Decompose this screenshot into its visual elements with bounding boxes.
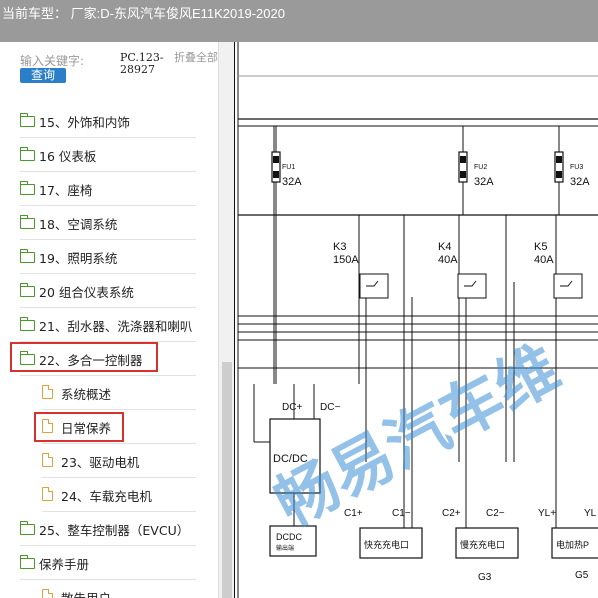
ground-label: G3 (478, 572, 492, 583)
diagram-viewer[interactable]: FU1 32A FU2 32A FU3 32A K3 150A K4 40A K5 40A DC/DC D… (234, 42, 598, 598)
folder-icon (19, 181, 35, 195)
keyword-input[interactable]: PC.123-28927 (120, 52, 168, 76)
file-icon (42, 385, 53, 399)
connector-pin: C1− (392, 508, 411, 519)
tree-item[interactable]: 散告用户 (0, 580, 218, 598)
relay-name: K5 (534, 241, 547, 253)
tree-item[interactable]: 25、整车控制器（EVCU） (0, 512, 218, 546)
fuse-name: FU1 (282, 164, 295, 171)
tree-item[interactable]: 保养手册 (0, 546, 218, 580)
highlight-box-category (10, 342, 158, 372)
file-icon (42, 487, 53, 501)
file-icon (42, 589, 53, 598)
fuse-rating: 32A (474, 176, 494, 188)
collapse-all-link[interactable]: 折叠全部 (174, 52, 218, 64)
wiring-diagram: FU132AFU232AFU332AK3150AK440AK540ADC/DCD… (234, 42, 598, 598)
folder-icon (19, 215, 35, 229)
relay-name: K4 (438, 241, 451, 253)
title-bar: 当前车型： 厂家:D-东风汽车俊风E11K2019-2020 (0, 0, 598, 42)
tree-item-label: 19、照明系统 (39, 251, 118, 266)
tree-item[interactable]: 系统概述 (0, 376, 218, 410)
sidebar-scrollbar[interactable] (218, 42, 235, 598)
component-box-label: 快充充电口 (364, 539, 409, 550)
tree-item[interactable]: 19、照明系统 (0, 240, 218, 274)
folder-icon (19, 283, 35, 297)
tree-item-label: 23、驱动电机 (61, 455, 140, 470)
sidebar: 输入关键字: PC.123-28927 折叠全部 查询 15、外饰和内饰 16 仪… (0, 42, 234, 598)
folder-icon (19, 521, 35, 535)
dcdc-plus-pin: DC+ (282, 402, 302, 413)
tree-item-label: 散告用户 (61, 588, 111, 598)
component-box-label: 电加热P (556, 539, 589, 550)
relay-rating: 40A (438, 254, 458, 266)
relay-rating: 150A (333, 254, 359, 266)
folder-icon (19, 147, 35, 161)
component-box-sublabel: 输出端 (276, 544, 294, 552)
tree-item-label: 16 仪表板 (39, 149, 97, 164)
tree-item-label: 21、刮水器、洗涤器和喇叭 (39, 319, 193, 334)
tree-item[interactable]: 24、车载充电机 (0, 478, 218, 512)
tree-item-label: 15、外饰和内饰 (39, 115, 130, 130)
component-box-label: 慢充充电口 (460, 539, 505, 550)
folder-icon (19, 249, 35, 263)
fuse-name: FU2 (474, 164, 487, 171)
tree-item-label: 系统概述 (61, 387, 112, 402)
fuse-rating: 32A (282, 176, 302, 188)
tree-item-label: 17、座椅 (39, 183, 93, 198)
ground-label: G5 (575, 570, 589, 581)
tree-item[interactable]: 17、座椅 (0, 172, 218, 206)
tree-item[interactable]: 15、外饰和内饰 (0, 104, 218, 138)
connector-pin: C2+ (442, 508, 461, 519)
connector-pin: YL+ (538, 508, 556, 519)
folder-icon (19, 317, 35, 331)
tree-item[interactable]: 20 组合仪表系统 (0, 274, 218, 308)
fuse-name: FU3 (570, 164, 583, 171)
tree-item-label: 24、车载充电机 (61, 489, 152, 504)
folder-icon (19, 555, 35, 569)
tree-item[interactable]: 21、刮水器、洗涤器和喇叭 (0, 308, 218, 342)
tree-item-label: 保养手册 (39, 557, 90, 572)
dcdc-minus-pin: DC− (320, 402, 340, 413)
fuse-rating: 32A (570, 176, 590, 188)
connector-pin: C2− (486, 508, 505, 519)
tree-item-label: 18、空调系统 (39, 217, 118, 232)
tree-item[interactable]: 18、空调系统 (0, 206, 218, 240)
relay-rating: 40A (534, 254, 554, 266)
tree-item[interactable]: 16 仪表板 (0, 138, 218, 172)
keyword-label: 输入关键字: (20, 54, 85, 68)
search-panel: 输入关键字: PC.123-28927 折叠全部 查询 (0, 42, 218, 90)
relay-name: K3 (333, 241, 346, 253)
folder-icon (19, 113, 35, 127)
connector-pin: YL (584, 508, 597, 519)
query-button[interactable]: 查询 (20, 68, 66, 83)
file-icon (42, 453, 53, 467)
scrollbar-thumb[interactable] (222, 362, 232, 598)
tree-item-label: 20 组合仪表系统 (39, 285, 134, 300)
highlight-box-item (34, 412, 124, 442)
tree-item-label: 25、整车控制器（EVCU） (39, 523, 190, 538)
tree-item[interactable]: 23、驱动电机 (0, 444, 218, 478)
vehicle-title: 当前车型： 厂家:D-东风汽车俊风E11K2019-2020 (2, 6, 285, 21)
